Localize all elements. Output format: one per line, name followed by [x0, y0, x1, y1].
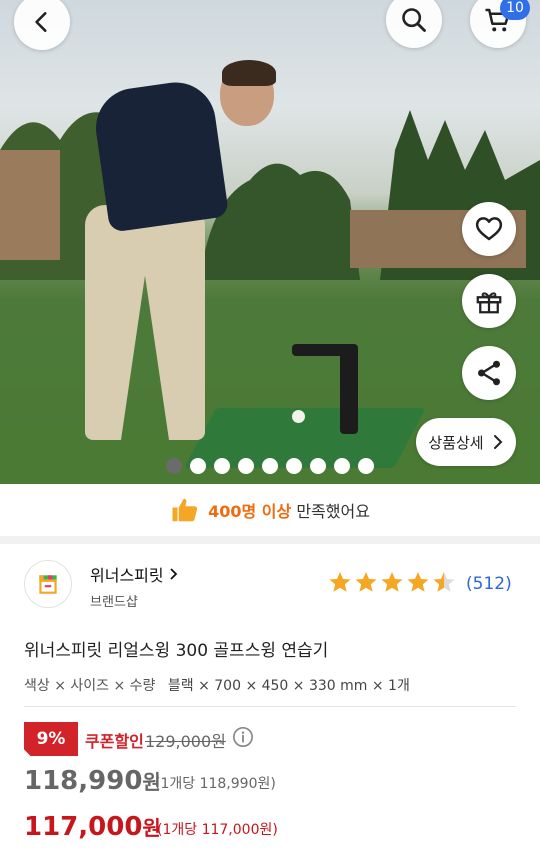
- share-button[interactable]: [462, 346, 516, 400]
- price-before-coupon-value: 118,990: [24, 766, 143, 796]
- carousel-dot[interactable]: [358, 458, 374, 474]
- satisfaction-count: 400명 이상: [208, 502, 292, 521]
- star-icon: [329, 572, 351, 592]
- carousel-dot[interactable]: [334, 458, 350, 474]
- store-logo[interactable]: [24, 560, 72, 608]
- store-name: 위너스피릿: [90, 566, 164, 585]
- carousel-dot[interactable]: [310, 458, 326, 474]
- final-price-value: 117,000: [24, 812, 143, 842]
- satisfaction-banner: 400명 이상 만족했어요: [0, 484, 540, 536]
- selected-option: 색상 × 사이즈 × 수량 블랙 × 700 × 450 × 330 mm × …: [24, 675, 410, 695]
- swing-trainer-pole: [340, 344, 358, 434]
- back-button[interactable]: [14, 0, 70, 50]
- star-icon: [407, 572, 429, 592]
- original-price: 129,000원: [145, 732, 226, 751]
- satisfaction-suffix: 만족했어요: [296, 502, 370, 521]
- option-value: 블랙 × 700 × 450 × 330 mm × 1개: [167, 678, 410, 694]
- carousel-dot[interactable]: [190, 458, 206, 474]
- search-icon: [402, 8, 426, 32]
- chevron-right-icon: [493, 435, 503, 449]
- product-hero-image[interactable]: 10 상품상세: [0, 0, 540, 484]
- carousel-indicator[interactable]: [166, 458, 374, 474]
- chevron-left-icon: [35, 12, 47, 32]
- heart-icon: [475, 217, 503, 241]
- star-icon: [381, 572, 403, 592]
- discount-rate-badge: 9%: [24, 722, 78, 756]
- coupon-discount-label: 쿠폰할인: [85, 732, 144, 751]
- product-title: 위너스피릿 리얼스윙 300 골프스윙 연습기: [24, 641, 329, 661]
- carousel-dot[interactable]: [286, 458, 302, 474]
- carousel-dot[interactable]: [214, 458, 230, 474]
- product-detail-button[interactable]: 상품상세: [416, 418, 516, 466]
- golfer-hair: [222, 60, 276, 86]
- carousel-dot[interactable]: [238, 458, 254, 474]
- search-button[interactable]: [386, 0, 442, 48]
- store-name-link[interactable]: 위너스피릿: [90, 562, 179, 586]
- store-type: 브랜드샵: [90, 595, 138, 610]
- store-icon: [39, 575, 57, 594]
- carousel-dot[interactable]: [262, 458, 278, 474]
- option-label: 색상 × 사이즈 × 수량: [24, 678, 156, 694]
- share-icon: [478, 360, 500, 386]
- store-info[interactable]: 위너스피릿 브랜드샵 (512): [24, 558, 518, 614]
- half-star-icon: [433, 572, 455, 592]
- cart-count-badge: 10: [500, 0, 530, 20]
- chevron-right-icon: [170, 568, 177, 580]
- info-icon[interactable]: [232, 726, 254, 748]
- review-count-link[interactable]: (512): [466, 574, 512, 594]
- unit-price-before-coupon: (1개당 118,990원): [155, 776, 276, 792]
- thumbs-up-icon: [172, 498, 198, 522]
- unit-final-price: (1개당 117,000원): [157, 822, 278, 838]
- product-detail-label: 상품상세: [428, 433, 484, 452]
- carousel-dot[interactable]: [166, 458, 182, 474]
- golf-ball: [292, 410, 305, 423]
- final-price: 117,000원: [24, 812, 161, 842]
- section-divider: [0, 536, 540, 544]
- star-icon: [355, 572, 377, 592]
- golfer-legs: [85, 205, 205, 440]
- wishlist-button[interactable]: [462, 202, 516, 256]
- price-before-coupon: 118,990원: [24, 766, 161, 796]
- gift-button[interactable]: [462, 274, 516, 328]
- rating-stars: [328, 570, 456, 594]
- golfer-body: [90, 77, 230, 233]
- divider: [24, 706, 516, 707]
- background-building-left: [0, 150, 60, 260]
- gift-icon: [476, 292, 502, 314]
